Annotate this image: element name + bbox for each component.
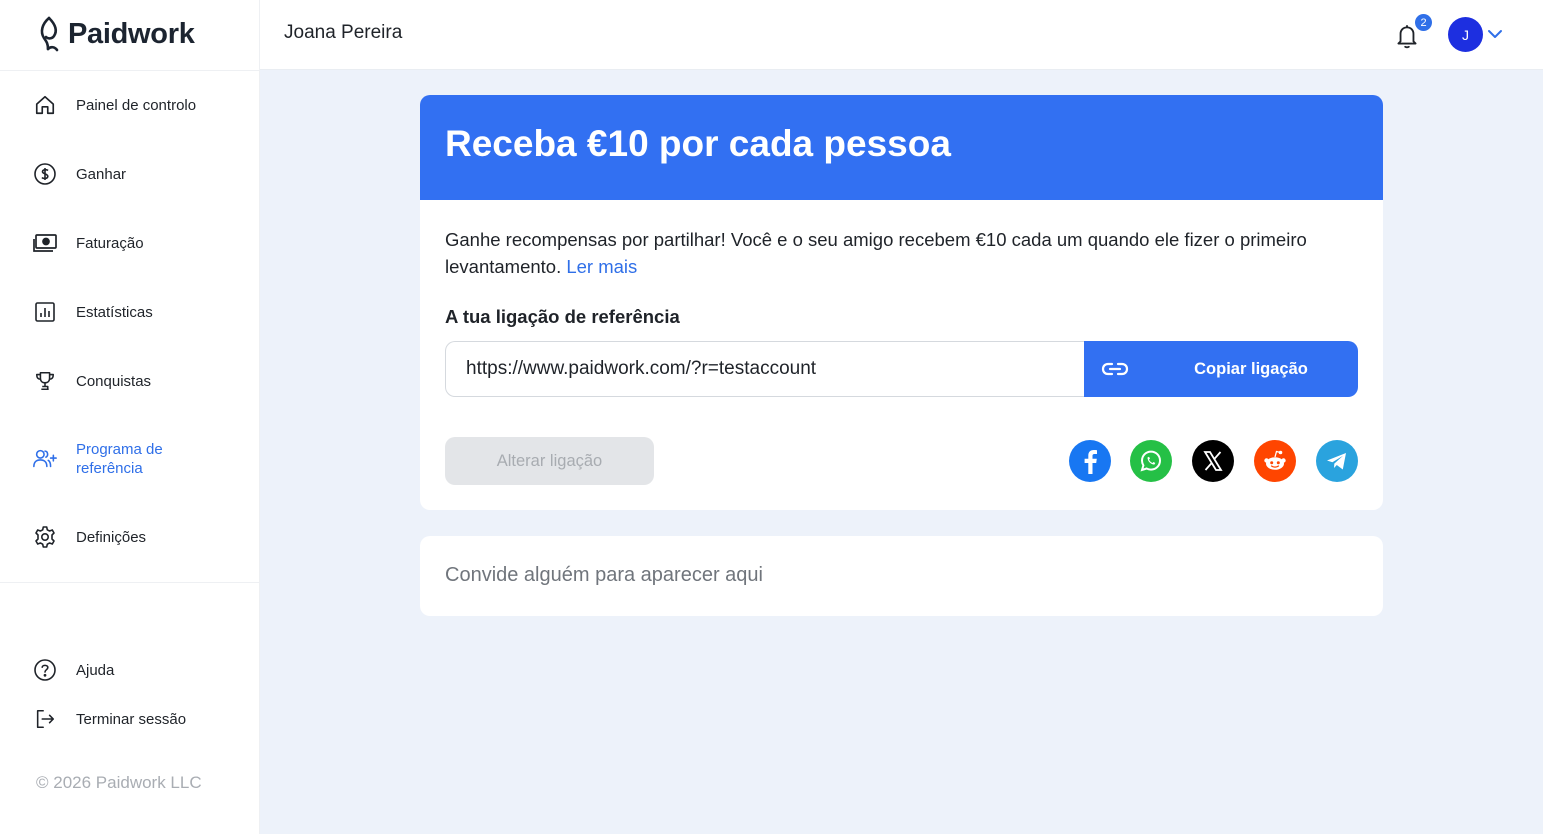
sidebar-item-referral[interactable]: Programa de referência <box>32 440 242 478</box>
sidebar-divider <box>0 582 260 583</box>
sidebar-item-help[interactable]: Ajuda <box>32 657 242 683</box>
facebook-icon <box>1084 450 1097 474</box>
read-more-link[interactable]: Ler mais <box>566 256 637 277</box>
gear-icon <box>32 524 58 550</box>
sidebar-divider <box>0 70 260 71</box>
sidebar-item-settings[interactable]: Definições <box>32 524 242 550</box>
dollar-circle-icon <box>32 161 58 187</box>
logo-text: Paidwork <box>68 17 195 50</box>
sidebar-item-label: Estatísticas <box>76 303 153 321</box>
sidebar: Paidwork Painel de controlo Ganhar Fatur… <box>0 0 260 834</box>
bar-chart-icon <box>32 299 58 325</box>
share-facebook-button[interactable] <box>1069 440 1111 482</box>
referral-link-input[interactable] <box>445 341 1085 397</box>
x-icon <box>1203 451 1223 471</box>
share-whatsapp-button[interactable] <box>1130 440 1172 482</box>
telegram-icon <box>1327 453 1346 470</box>
top-bar: Joana Pereira 2 J <box>260 0 1543 70</box>
avatar[interactable]: J <box>1448 17 1483 52</box>
notification-badge: 2 <box>1415 14 1432 31</box>
reddit-icon <box>1264 450 1286 470</box>
invites-empty-message: Convide alguém para aparecer aqui <box>445 564 763 586</box>
help-circle-icon <box>32 657 58 683</box>
sidebar-item-achievements[interactable]: Conquistas <box>32 368 242 394</box>
logout-icon <box>32 706 58 732</box>
sidebar-item-label: Conquistas <box>76 372 152 390</box>
share-reddit-button[interactable] <box>1254 440 1296 482</box>
user-name: Joana Pereira <box>284 22 403 43</box>
banknote-icon <box>32 230 58 256</box>
sidebar-item-logout[interactable]: Terminar sessão <box>32 706 242 732</box>
referral-link-label: A tua ligação de referência <box>445 306 680 327</box>
home-icon <box>32 92 58 118</box>
link-icon <box>1101 362 1129 376</box>
user-plus-icon <box>32 446 58 472</box>
invites-card: Convide alguém para aparecer aqui <box>420 536 1383 616</box>
trophy-icon <box>32 368 58 394</box>
sidebar-item-label: Ajuda <box>76 661 115 679</box>
copy-link-button[interactable]: Copiar ligação <box>1084 341 1358 397</box>
sidebar-item-label: Faturação <box>76 234 144 252</box>
sidebar-item-label: Ganhar <box>76 165 127 183</box>
sidebar-item-dashboard[interactable]: Painel de controlo <box>32 92 242 118</box>
copy-link-label: Copiar ligação <box>1194 359 1308 378</box>
sidebar-item-billing[interactable]: Faturação <box>32 230 242 256</box>
referral-card-header: Receba €10 por cada pessoa <box>420 95 1383 200</box>
change-link-button[interactable]: Alterar ligação <box>445 437 654 485</box>
sidebar-item-label: Programa de referência <box>76 441 163 477</box>
share-x-button[interactable] <box>1192 440 1234 482</box>
whatsapp-icon <box>1140 450 1162 472</box>
sidebar-item-label: Painel de controlo <box>76 96 197 114</box>
sidebar-item-earn[interactable]: Ganhar <box>32 161 242 187</box>
referral-card: Receba €10 por cada pessoa Ganhe recompe… <box>420 95 1383 510</box>
logo[interactable]: Paidwork <box>36 16 195 52</box>
share-telegram-button[interactable] <box>1316 440 1358 482</box>
paidwork-logo-icon <box>40 16 59 52</box>
referral-title: Receba €10 por cada pessoa <box>445 123 951 164</box>
referral-description: Ganhe recompensas por partilhar! Você e … <box>445 226 1345 280</box>
sidebar-item-label: Terminar sessão <box>76 710 187 728</box>
sidebar-item-label: Definições <box>76 528 147 546</box>
chevron-down-icon[interactable] <box>1487 26 1503 42</box>
copyright: © 2026 Paidwork LLC <box>36 773 202 792</box>
sidebar-item-statistics[interactable]: Estatísticas <box>32 299 242 325</box>
